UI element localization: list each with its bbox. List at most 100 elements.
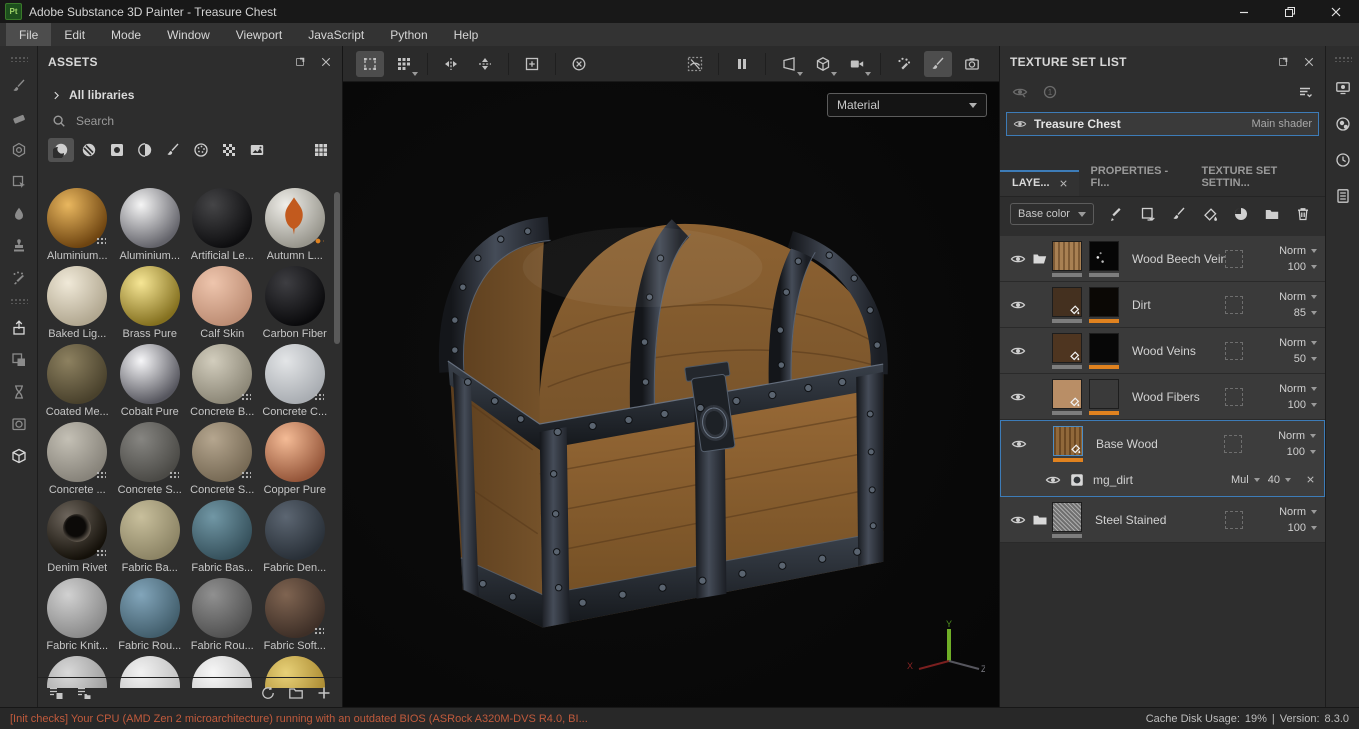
eraser-tool[interactable] — [5, 104, 33, 132]
eye-icon[interactable] — [1008, 297, 1028, 313]
add-fill-layer-button[interactable] — [1136, 202, 1160, 226]
add-group-button[interactable] — [1260, 202, 1284, 226]
menu-item-help[interactable]: Help — [441, 23, 492, 46]
close-panel-icon[interactable] — [1303, 56, 1315, 68]
mirror-x-button[interactable] — [437, 51, 465, 77]
material-item[interactable]: Carbon Fiber — [260, 266, 331, 344]
material-item[interactable]: Aluminium... — [42, 188, 113, 266]
symmetry-settings-button[interactable] — [356, 50, 384, 77]
add-paint-layer-button[interactable] — [1167, 202, 1191, 226]
material-item[interactable]: Cobalt Pure — [115, 344, 186, 422]
channel-filter-dropdown[interactable]: Base color — [1010, 203, 1094, 225]
filter-sort-button[interactable] — [1297, 84, 1313, 100]
filter-alphas[interactable] — [188, 138, 214, 162]
menu-item-viewport[interactable]: Viewport — [223, 23, 295, 46]
layer-thumbnail[interactable] — [1052, 240, 1084, 277]
blend-mode-dropdown[interactable]: Norm — [1279, 506, 1317, 518]
tab-texture-set-settin-[interactable]: TEXTURE SET SETTIN... — [1189, 158, 1325, 196]
screenshot-button[interactable] — [958, 51, 986, 77]
eye-icon[interactable] — [1013, 117, 1027, 131]
material-item[interactable]: Concrete C... — [260, 344, 331, 422]
blend-mode-dropdown[interactable]: Norm — [1279, 291, 1317, 303]
material-item[interactable]: Concrete B... — [187, 344, 258, 422]
display-settings-panel-button[interactable] — [1329, 74, 1357, 102]
mirror-y-button[interactable] — [471, 51, 499, 77]
clone-stamp-tool[interactable] — [5, 232, 33, 260]
reset-transform-button[interactable] — [565, 51, 593, 77]
layer-row[interactable]: Base Wood Norm 100 — [1001, 421, 1324, 467]
folder-closed-icon[interactable] — [1028, 512, 1052, 528]
filter-smart-materials[interactable] — [76, 138, 102, 162]
layer-effect-row[interactable]: mg_dirt Mul 40 — [1001, 467, 1324, 496]
projection-tool[interactable] — [5, 136, 33, 164]
menu-item-javascript[interactable]: JavaScript — [295, 23, 377, 46]
eye-icon[interactable] — [1045, 472, 1061, 488]
paint-tool-button[interactable] — [924, 50, 952, 77]
add-resource-button[interactable] — [316, 685, 332, 701]
toggle-all-visibility-button[interactable] — [1012, 84, 1028, 100]
mask-placeholder[interactable] — [1225, 249, 1243, 268]
shelf-tool[interactable] — [5, 442, 33, 470]
texture-set-shader[interactable]: Main shader — [1251, 118, 1312, 130]
tab-laye-[interactable]: LAYE... — [1000, 170, 1079, 196]
blend-mode-dropdown[interactable]: Norm — [1279, 337, 1317, 349]
library-list-button[interactable] — [76, 685, 92, 701]
folder-open-icon[interactable] — [1028, 251, 1052, 267]
material-item[interactable]: Baked Lig... — [42, 266, 113, 344]
close-tab-icon[interactable] — [1058, 178, 1069, 189]
opacity-dropdown[interactable]: 100 — [1288, 522, 1317, 534]
add-smart-material-button[interactable] — [1229, 202, 1253, 226]
display-geometry-button[interactable] — [809, 51, 837, 77]
layer-thumbnail[interactable] — [1089, 378, 1121, 415]
export-mesh-tool[interactable] — [5, 314, 33, 342]
display-camera-button[interactable] — [843, 51, 871, 77]
layer-row[interactable]: Wood Beech Veined Norm 100 — [1000, 236, 1325, 282]
shader-settings-panel-button[interactable] — [1329, 110, 1357, 138]
menu-item-python[interactable]: Python — [377, 23, 440, 46]
eye-icon[interactable] — [1009, 436, 1029, 452]
restore-button[interactable] — [1267, 0, 1313, 23]
pivot-frame-button[interactable] — [518, 51, 546, 77]
material-item[interactable]: Denim Rivet — [42, 500, 113, 578]
layer-thumbnail[interactable] — [1052, 332, 1084, 369]
material-item[interactable]: Fabric Ba... — [115, 500, 186, 578]
layer-thumbnail[interactable] — [1052, 378, 1084, 415]
layer-row[interactable]: Steel Stained Norm 100 — [1000, 497, 1325, 543]
float-panel-icon[interactable] — [294, 56, 306, 68]
paint-brush-tool[interactable] — [5, 72, 33, 100]
mask-placeholder[interactable] — [1224, 435, 1242, 453]
filter-brushes[interactable] — [160, 138, 186, 162]
menu-item-window[interactable]: Window — [154, 23, 223, 46]
layer-thumbnail[interactable] — [1089, 332, 1121, 369]
viewport-3d[interactable]: Material Y X Z — [343, 82, 999, 707]
material-item[interactable]: Fabric Rou... — [187, 578, 258, 656]
effect-blend-dropdown[interactable]: Mul — [1231, 474, 1260, 486]
layer-thumbnail[interactable] — [1053, 426, 1085, 462]
layer-thumbnail[interactable] — [1052, 286, 1084, 323]
blend-mode-dropdown[interactable]: Norm — [1279, 245, 1317, 257]
material-item[interactable]: Autumn L... — [260, 188, 331, 266]
material-item[interactable]: Fabric Bas... — [187, 500, 258, 578]
blend-mode-dropdown[interactable]: Norm — [1278, 430, 1316, 442]
add-effect-button[interactable] — [1105, 202, 1129, 226]
effect-opacity-dropdown[interactable]: 40 — [1268, 474, 1291, 486]
menu-item-edit[interactable]: Edit — [51, 23, 98, 46]
hide-ui-helpers-button[interactable] — [681, 51, 709, 77]
opacity-dropdown[interactable]: 100 — [1287, 446, 1316, 458]
material-item[interactable]: Fabric Rou... — [115, 578, 186, 656]
geometry-decal-tool[interactable] — [5, 346, 33, 374]
menu-item-mode[interactable]: Mode — [98, 23, 154, 46]
material-item[interactable]: Coated Me... — [42, 344, 113, 422]
material-item[interactable]: Concrete S... — [187, 422, 258, 500]
layer-row[interactable]: Wood Veins Norm 50 — [1000, 328, 1325, 374]
display-rasterization-button[interactable] — [775, 51, 803, 77]
material-item[interactable]: Concrete S... — [115, 422, 186, 500]
add-fill-button[interactable] — [1198, 202, 1222, 226]
tab-properties-fi-[interactable]: PROPERTIES - FI... — [1079, 158, 1190, 196]
shading-mode-dropdown[interactable]: Material — [827, 93, 987, 117]
blend-mode-dropdown[interactable]: Norm — [1279, 383, 1317, 395]
material-item[interactable]: Fabric Soft... — [260, 578, 331, 656]
mask-placeholder[interactable] — [1225, 295, 1243, 314]
mask-placeholder[interactable] — [1225, 387, 1243, 406]
solo-visibility-button[interactable]: 1 — [1042, 84, 1058, 100]
